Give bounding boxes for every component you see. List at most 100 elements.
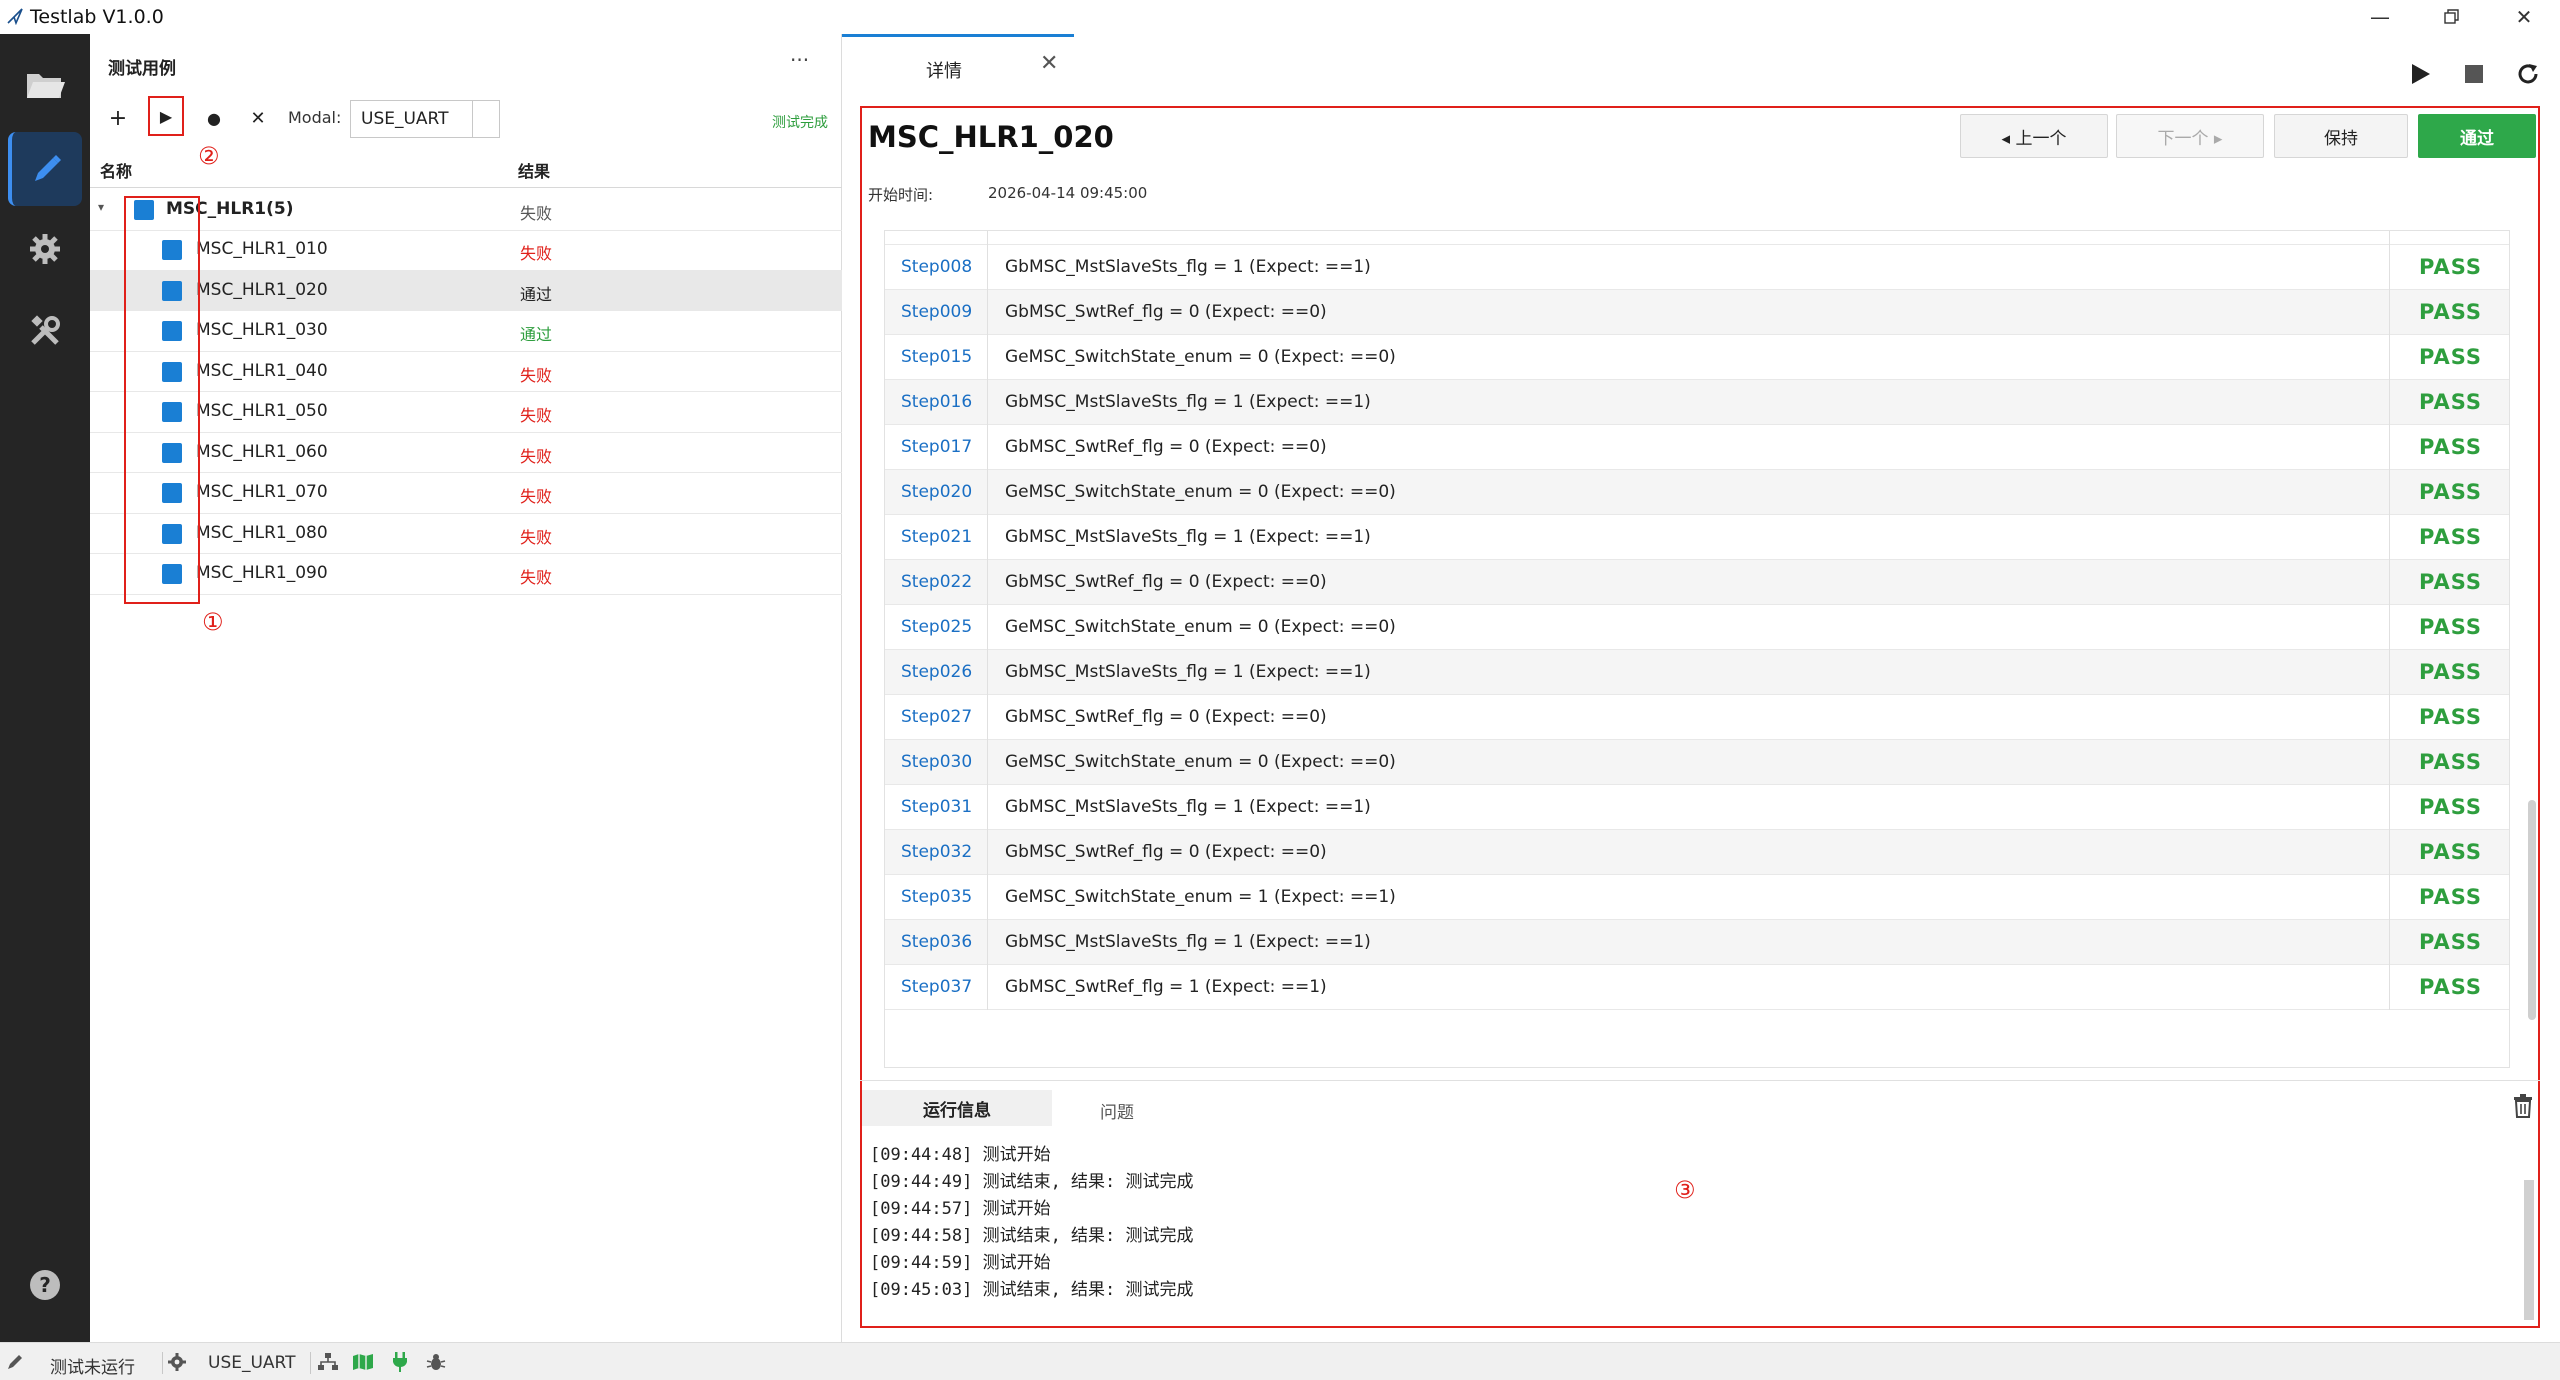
step-id[interactable]: Step037: [901, 977, 972, 997]
next-button[interactable]: 下一个 ▸: [2116, 114, 2264, 158]
play-icon[interactable]: [2400, 54, 2440, 94]
step-row[interactable]: Step032 GbMSC_SwtRef_flg = 0 (Expect: ==0…: [885, 830, 2509, 875]
modal-dropdown-button[interactable]: [472, 101, 500, 137]
network-icon[interactable]: [318, 1353, 338, 1375]
step-id[interactable]: Step016: [901, 392, 972, 412]
tools-icon[interactable]: [8, 294, 82, 368]
run-button[interactable]: ▶: [148, 96, 184, 136]
title-bar: Testlab V1.0.0 — ✕: [0, 0, 2560, 34]
case-result: 失败: [520, 406, 553, 425]
step-row[interactable]: Step026 GbMSC_MstSlaveSts_flg = 1 (Expect…: [885, 650, 2509, 695]
map-icon[interactable]: [352, 1353, 374, 1375]
tab-run-info[interactable]: 运行信息: [862, 1090, 1052, 1126]
tree-case-row[interactable]: MSC_HLR1_050 失败: [90, 392, 842, 433]
step-description: GeMSC_SwitchState_enum = 1 (Expect: ==1): [1005, 887, 1396, 907]
step-description: GeMSC_SwitchState_enum = 0 (Expect: ==0): [1005, 617, 1396, 637]
step-row[interactable]: Step031 GbMSC_MstSlaveSts_flg = 1 (Expect…: [885, 785, 2509, 830]
step-row[interactable]: Step035 GeMSC_SwitchState_enum = 1 (Expec…: [885, 875, 2509, 920]
column-divider: [2389, 470, 2390, 515]
bug-icon[interactable]: [426, 1352, 446, 1376]
step-row[interactable]: Step017 GbMSC_SwtRef_flg = 0 (Expect: ==0…: [885, 425, 2509, 470]
name-column-header[interactable]: 名称: [100, 158, 132, 182]
step-id[interactable]: Step015: [901, 347, 972, 367]
minimize-icon[interactable]: —: [2352, 0, 2408, 34]
edit-status-icon[interactable]: [6, 1353, 24, 1375]
tree-case-row[interactable]: MSC_HLR1_010 失败: [90, 230, 842, 271]
step-result: PASS: [2419, 795, 2483, 819]
case-name: MSC_HLR1_090: [196, 563, 328, 583]
step-id[interactable]: Step017: [901, 437, 972, 457]
result-column-header[interactable]: 结果: [518, 158, 550, 182]
step-id[interactable]: Step027: [901, 707, 972, 727]
tree-case-row[interactable]: MSC_HLR1_020 通过: [90, 270, 842, 311]
tree-case-row[interactable]: MSC_HLR1_080 失败: [90, 514, 842, 554]
step-row[interactable]: Step037 GbMSC_SwtRef_flg = 1 (Expect: ==1…: [885, 965, 2509, 1010]
folder-icon[interactable]: [8, 48, 82, 122]
pass-button[interactable]: 通过: [2418, 114, 2536, 158]
plug-icon[interactable]: [392, 1352, 408, 1376]
log-scrollbar[interactable]: [2524, 1180, 2534, 1320]
tree-group-row[interactable]: ▾ MSC_HLR1(5) 失败: [90, 190, 842, 231]
step-row[interactable]: Step027 GbMSC_SwtRef_flg = 0 (Expect: ==0…: [885, 695, 2509, 740]
tree-case-row[interactable]: MSC_HLR1_030 通过: [90, 311, 842, 352]
step-row[interactable]: Step030 GeMSC_SwitchState_enum = 0 (Expec…: [885, 740, 2509, 785]
hold-button[interactable]: 保持: [2274, 114, 2408, 158]
step-id[interactable]: Step025: [901, 617, 972, 637]
stop-icon[interactable]: [2454, 54, 2494, 94]
prev-button[interactable]: ◂ 上一个: [1960, 114, 2108, 158]
tab-issues[interactable]: 问题: [1100, 1098, 1134, 1123]
column-divider: [987, 920, 988, 965]
tree-case-row[interactable]: MSC_HLR1_090 失败: [90, 554, 842, 595]
step-row[interactable]: Step016 GbMSC_MstSlaveSts_flg = 1 (Expect…: [885, 380, 2509, 425]
step-id[interactable]: Step030: [901, 752, 972, 772]
help-icon[interactable]: ?: [8, 1248, 82, 1322]
step-id[interactable]: Step022: [901, 572, 972, 592]
step-description: GeMSC_SwitchState_enum = 0 (Expect: ==0): [1005, 482, 1396, 502]
tree-case-row[interactable]: MSC_HLR1_070 失败: [90, 473, 842, 514]
step-id[interactable]: Step032: [901, 842, 972, 862]
column-divider: [987, 515, 988, 560]
close-icon[interactable]: ✕: [1040, 51, 1058, 76]
step-id[interactable]: Step026: [901, 662, 972, 682]
step-id[interactable]: Step009: [901, 302, 972, 322]
start-time-label: 开始时间:: [868, 186, 934, 204]
partial-sep2: [2389, 231, 2390, 245]
delete-button[interactable]: ✕: [240, 98, 276, 138]
case-result: 通过: [520, 325, 553, 344]
column-divider: [987, 650, 988, 695]
step-description: GbMSC_MstSlaveSts_flg = 1 (Expect: ==1): [1005, 662, 1371, 682]
trash-icon[interactable]: [2512, 1094, 2540, 1122]
step-id[interactable]: Step021: [901, 527, 972, 547]
tree-case-row[interactable]: MSC_HLR1_040 失败: [90, 352, 842, 392]
restore-icon[interactable]: [2424, 0, 2480, 34]
step-id[interactable]: Step031: [901, 797, 972, 817]
close-window-icon[interactable]: ✕: [2496, 0, 2552, 34]
step-row[interactable]: Step008 GbMSC_MstSlaveSts_flg = 1 (Expect…: [885, 245, 2509, 290]
tab-detail[interactable]: 详情 ✕: [842, 34, 1074, 106]
record-button[interactable]: ●: [196, 98, 232, 138]
add-case-button[interactable]: +: [100, 98, 136, 138]
settings-status-icon[interactable]: [168, 1353, 186, 1375]
column-divider: [987, 290, 988, 335]
refresh-icon[interactable]: [2508, 54, 2548, 94]
step-row[interactable]: Step036 GbMSC_MstSlaveSts_flg = 1 (Expect…: [885, 920, 2509, 965]
edit-test-icon[interactable]: [8, 132, 82, 206]
step-row[interactable]: Step009 GbMSC_SwtRef_flg = 0 (Expect: ==0…: [885, 290, 2509, 335]
chevron-down-icon[interactable]: ▾: [98, 200, 104, 214]
column-divider: [987, 470, 988, 515]
step-row[interactable]: Step021 GbMSC_MstSlaveSts_flg = 1 (Expect…: [885, 515, 2509, 560]
step-row[interactable]: Step025 GeMSC_SwitchState_enum = 0 (Expec…: [885, 605, 2509, 650]
column-divider: [2389, 380, 2390, 425]
step-id[interactable]: Step008: [901, 257, 972, 277]
step-row[interactable]: Step022 GbMSC_SwtRef_flg = 0 (Expect: ==0…: [885, 560, 2509, 605]
step-row[interactable]: Step020 GeMSC_SwitchState_enum = 0 (Expec…: [885, 470, 2509, 515]
tree-case-row[interactable]: MSC_HLR1_060 失败: [90, 433, 842, 473]
step-id[interactable]: Step035: [901, 887, 972, 907]
more-icon[interactable]: ···: [790, 48, 809, 72]
steps-scrollbar[interactable]: [2528, 800, 2536, 1020]
step-id[interactable]: Step036: [901, 932, 972, 952]
step-row[interactable]: Step015 GeMSC_SwitchState_enum = 0 (Expec…: [885, 335, 2509, 380]
gear-icon[interactable]: [8, 212, 82, 286]
step-id[interactable]: Step020: [901, 482, 972, 502]
column-divider: [2389, 335, 2390, 380]
